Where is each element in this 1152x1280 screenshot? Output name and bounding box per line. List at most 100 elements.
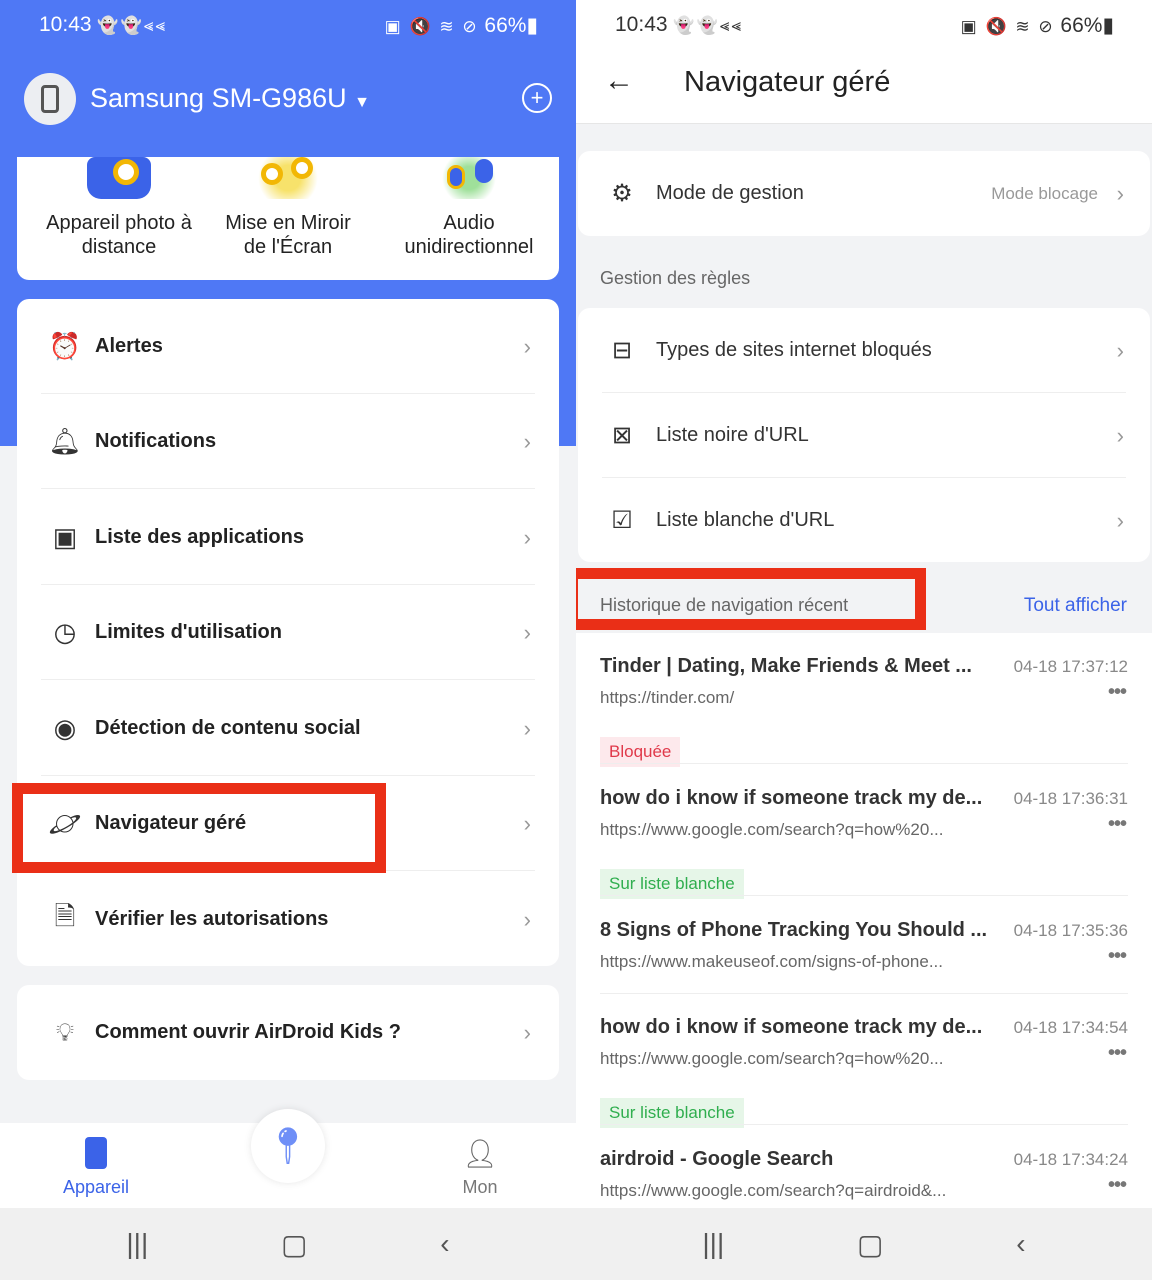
dropdown-caret-icon: ▼	[354, 94, 370, 111]
nav-label: Mon	[462, 1177, 498, 1197]
location-pin-icon: 📍︎	[265, 1125, 311, 1166]
battery-level: 66%	[484, 13, 527, 37]
chevron-right-icon: ›	[523, 810, 531, 836]
menu-item-help[interactable]: 💡︎ Comment ouvrir AirDroid Kids ? ›	[17, 985, 559, 1080]
highlight-box	[576, 568, 926, 630]
sliders-icon: ⚙︎	[611, 180, 633, 207]
rule-label: Types de sites internet bloqués	[656, 339, 932, 361]
recents-button[interactable]: |||	[126, 1228, 148, 1260]
chevron-right-icon: ›	[523, 428, 531, 454]
history-text: 04-18 17:34:24	[1013, 1150, 1128, 1169]
history-text: https://www.google.com/search?q=airdroid…	[600, 1181, 947, 1200]
home-button[interactable]: ▢	[857, 1228, 883, 1261]
more-icon[interactable]: •••	[1108, 813, 1127, 836]
menu-label: Détection de contenu social	[95, 717, 361, 739]
history-text: https://www.google.com/search?q=how%20..…	[600, 820, 944, 839]
back-button[interactable]: ‹	[1016, 1228, 1025, 1260]
menu-label: Alertes	[95, 335, 163, 357]
alarm-icon: ⏰	[48, 331, 82, 361]
system-nav-bar: ||| ▢ ‹	[0, 1208, 576, 1280]
history-text: 04-18 17:37:12	[1013, 657, 1128, 676]
history-text: https://www.makeuseof.com/signs-of-phone…	[600, 952, 943, 971]
menu-label: Comment ouvrir AirDroid Kids ?	[95, 1021, 401, 1043]
clock: 10:43	[615, 13, 668, 36]
menu-item-check-permissions[interactable]: 🗎 Vérifier les autorisations ›	[17, 872, 559, 967]
help-card[interactable]: 💡︎ Comment ouvrir AirDroid Kids ? ›	[17, 985, 559, 1080]
status-bar: 10:43 👻👻⪡⪡ ▣ 🔇 ≋ ⊘ 66%▮	[615, 13, 1114, 37]
history-text: how do i know if someone track my de...	[600, 787, 983, 809]
bottom-nav: Appareil 📍︎ 👤︎ Mon	[0, 1109, 576, 1208]
menu-label: Vérifier les autorisations	[95, 908, 329, 930]
show-all-link[interactable]: Tout afficher	[1024, 595, 1127, 617]
eye-icon: ◉	[53, 713, 77, 743]
history-text: 04-18 17:34:54	[1013, 1018, 1128, 1037]
chevron-right-icon: ›	[523, 333, 531, 359]
menu-label: Liste des applications	[95, 526, 304, 548]
rule-label: Liste noire d'URL	[656, 424, 809, 446]
bell-icon: 🔔︎	[48, 426, 82, 456]
add-device-button[interactable]: +	[522, 83, 552, 113]
rule-blocked-site-types[interactable]: ⊟ Types de sites internet bloqués ›	[578, 308, 1150, 393]
mode-label: Mode de gestion	[656, 182, 804, 204]
rule-url-blacklist[interactable]: ⊠ Liste noire d'URL ›	[578, 393, 1150, 478]
back-button[interactable]: ‹	[440, 1228, 449, 1260]
management-mode-row[interactable]: ⚙︎ Mode de gestion Mode blocage ›	[578, 151, 1150, 236]
chevron-right-icon: ›	[523, 906, 531, 932]
page-title: Navigateur géré	[684, 66, 891, 98]
history-text: 04-18 17:35:36	[1013, 921, 1128, 940]
home-button[interactable]: ▢	[281, 1228, 307, 1261]
system-icons: ▣ 🔇 ≋ ⊘	[960, 16, 1055, 36]
device-selector[interactable]: Samsung SM-G986U ▼	[90, 83, 370, 114]
menu-item-notifications[interactable]: 🔔︎ Notifications ›	[17, 394, 559, 489]
more-icon[interactable]: •••	[1108, 1042, 1127, 1065]
history-text: Tinder | Dating, Make Friends & Meet ...	[600, 655, 972, 677]
clock: 10:43	[39, 13, 92, 36]
chevron-right-icon: ›	[1116, 337, 1124, 363]
browser-block-icon: ⊟	[611, 337, 633, 364]
doc-search-icon: 🗎	[54, 900, 76, 931]
system-icons: ▣ 🔇 ≋ ⊘	[384, 16, 479, 36]
rule-label: Liste blanche d'URL	[656, 509, 835, 531]
history-list: Tinder | Dating, Make Friends & Meet ...…	[576, 633, 1152, 1208]
menu-item-alerts[interactable]: ⏰ Alertes ›	[17, 299, 559, 394]
history-text: https://www.google.com/search?q=how%20..…	[600, 1049, 944, 1068]
rule-url-whitelist[interactable]: ☑ Liste blanche d'URL ›	[578, 478, 1150, 563]
feature-label: Audio unidirectionnel	[404, 212, 534, 258]
chevron-right-icon: ›	[1116, 507, 1124, 533]
nav-tab-device[interactable]: Appareil	[46, 1137, 146, 1198]
more-icon[interactable]: •••	[1108, 945, 1127, 968]
menu-item-app-list[interactable]: ▣ Liste des applications ›	[17, 490, 559, 585]
device-screen: 10:43 👻👻⪡⪡ ▣ 🔇 ≋ ⊘ 66%▮ Samsung SM-G986U…	[0, 0, 576, 1280]
chevron-right-icon: ›	[1116, 180, 1124, 206]
highlight-box	[12, 783, 386, 873]
notification-icons: 👻👻⪡⪡	[97, 16, 167, 35]
binoculars-icon	[251, 157, 325, 199]
apps-grid-icon: ▣	[52, 522, 78, 552]
feature-screen-mirror[interactable]: Mise en Miroir de l'Écran	[197, 157, 379, 259]
back-arrow-icon[interactable]: ←	[604, 64, 634, 98]
device-avatar[interactable]	[24, 73, 76, 125]
location-button[interactable]: 📍︎	[251, 1109, 325, 1183]
chevron-right-icon: ›	[523, 715, 531, 741]
features-card: Appareil photo à distance Mise en Miroir…	[17, 157, 559, 280]
feature-one-way-audio[interactable]: Audio unidirectionnel	[379, 157, 559, 259]
recents-button[interactable]: |||	[702, 1228, 724, 1260]
more-icon[interactable]: •••	[1108, 681, 1127, 704]
more-icon[interactable]: •••	[1108, 1174, 1127, 1197]
nav-tab-me[interactable]: 👤︎ Mon	[430, 1139, 530, 1198]
menu-item-social-detection[interactable]: ◉ Détection de contenu social ›	[17, 681, 559, 776]
history-text: https://tinder.com/	[600, 688, 735, 707]
chevron-right-icon: ›	[523, 524, 531, 550]
section-header-rules: Gestion des règles	[600, 268, 751, 288]
feature-label: Mise en Miroir de l'Écran	[225, 212, 351, 258]
notification-icons: 👻👻⪡⪡	[673, 16, 743, 35]
clock-icon: ◷	[53, 617, 77, 647]
mode-value: Mode blocage	[991, 183, 1098, 203]
clipboard-check-icon: ☑	[611, 507, 633, 534]
menu-item-usage-limits[interactable]: ◷ Limites d'utilisation ›	[17, 585, 559, 680]
phone-icon	[41, 85, 59, 113]
camera-icon	[87, 157, 151, 199]
history-text: 04-18 17:36:31	[1013, 789, 1128, 808]
feature-remote-camera[interactable]: Appareil photo à distance	[17, 157, 221, 259]
system-nav-bar: ||| ▢ ‹	[576, 1208, 1152, 1280]
